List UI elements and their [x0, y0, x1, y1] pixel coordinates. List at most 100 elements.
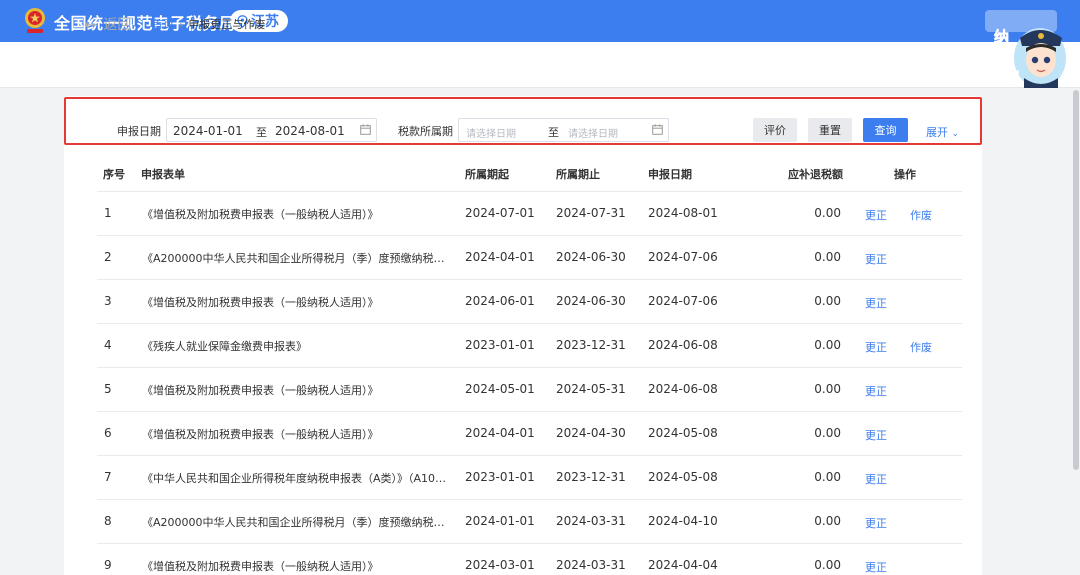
- evaluate-button[interactable]: 评价: [753, 118, 797, 142]
- row-form: 《中华人民共和国企业所得税年度纳税申报表（A类）》（A100...: [142, 472, 452, 485]
- row-seq: 3: [104, 294, 112, 308]
- arrow-left-icon: ←: [84, 14, 98, 34]
- row-period-start: 2023-01-01: [465, 470, 535, 484]
- row-seq: 1: [104, 206, 112, 220]
- row-amount: 0.00: [814, 338, 841, 352]
- expand-toggle[interactable]: 展开 ⌄: [926, 124, 959, 140]
- mascot-line-1: 纳: [994, 28, 1009, 46]
- correct-link[interactable]: 更正: [865, 427, 887, 443]
- row-period-start: 2024-01-01: [465, 514, 535, 528]
- void-link[interactable]: 作废: [910, 207, 932, 223]
- correct-link[interactable]: 更正: [865, 295, 887, 311]
- row-period-end: 2023-12-31: [556, 470, 626, 484]
- mascot-line-3: 动: [1004, 66, 1019, 84]
- breadcrumb-home[interactable]: 首页: [152, 18, 174, 31]
- row-amount: 0.00: [814, 294, 841, 308]
- row-form: 《增值税及附加税费申报表（一般纳税人适用）》: [142, 296, 379, 309]
- query-button[interactable]: 查询: [863, 118, 908, 142]
- expand-label: 展开: [926, 126, 948, 139]
- table-row: 9 《增值税及附加税费申报表（一般纳税人适用）》 2024-03-01 2024…: [97, 543, 962, 575]
- row-period-start: 2024-07-01: [465, 206, 535, 220]
- row-period-end: 2024-05-31: [556, 382, 626, 396]
- void-link[interactable]: 作废: [910, 339, 932, 355]
- row-declare-date: 2024-06-08: [648, 382, 718, 396]
- calendar-icon: [360, 124, 371, 135]
- row-amount: 0.00: [814, 382, 841, 396]
- table-row: 5 《增值税及附加税费申报表（一般纳税人适用）》 2024-05-01 2024…: [97, 367, 962, 411]
- correct-link[interactable]: 更正: [865, 471, 887, 487]
- mascot-line-2: 互: [988, 48, 1003, 66]
- row-amount: 0.00: [814, 470, 841, 484]
- row-period-end: 2024-04-30: [556, 426, 626, 440]
- row-declare-date: 2024-05-08: [648, 426, 718, 440]
- breadcrumb-separator: ›: [179, 18, 184, 31]
- row-period-start: 2024-05-01: [465, 382, 535, 396]
- row-seq: 4: [104, 338, 112, 352]
- row-seq: 9: [104, 558, 112, 572]
- row-seq: 2: [104, 250, 112, 264]
- row-declare-date: 2024-07-06: [648, 250, 718, 264]
- row-form: 《增值税及附加税费申报表（一般纳税人适用）》: [142, 428, 379, 441]
- tax-start-placeholder: 请选择日期: [466, 129, 516, 140]
- row-form: 《残疾人就业保障金缴费申报表》: [142, 340, 307, 353]
- row-form: 《A200000中华人民共和国企业所得税月（季）度预缴纳税申报...: [142, 516, 452, 529]
- national-emblem-icon: [25, 8, 45, 33]
- row-period-start: 2024-03-01: [465, 558, 535, 572]
- row-period-start: 2023-01-01: [465, 338, 535, 352]
- reset-button[interactable]: 重置: [808, 118, 852, 142]
- row-form: 《增值税及附加税费申报表（一般纳税人适用）》: [142, 208, 379, 221]
- sub-nav-bar: [0, 42, 1080, 88]
- row-period-start: 2024-06-01: [465, 294, 535, 308]
- correct-link[interactable]: 更正: [865, 515, 887, 531]
- correct-link[interactable]: 更正: [865, 207, 887, 223]
- declare-date-range[interactable]: 2024-01-01 至 2024-08-01: [166, 118, 377, 142]
- row-declare-date: 2024-04-04: [648, 558, 718, 572]
- column-header-period-end: 所属期止: [556, 168, 600, 181]
- declare-date-label: 申报日期: [117, 125, 161, 138]
- row-seq: 5: [104, 382, 112, 396]
- row-amount: 0.00: [814, 426, 841, 440]
- row-period-end: 2024-03-31: [556, 514, 626, 528]
- column-header-period-start: 所属期起: [465, 168, 509, 181]
- row-amount: 0.00: [814, 514, 841, 528]
- row-declare-date: 2024-08-01: [648, 206, 718, 220]
- correct-link[interactable]: 更正: [865, 251, 887, 267]
- table-row: 2 《A200000中华人民共和国企业所得税月（季）度预缴纳税申报... 202…: [97, 235, 962, 279]
- correct-link[interactable]: 更正: [865, 559, 887, 575]
- row-declare-date: 2024-07-06: [648, 294, 718, 308]
- tax-end-placeholder: 请选择日期: [568, 129, 618, 140]
- column-header-action: 操作: [894, 168, 916, 181]
- tax-period-range[interactable]: 请选择日期 至 请选择日期: [458, 118, 669, 142]
- breadcrumb: 首页 › 申报更正与作废: [152, 16, 265, 32]
- assistant-mascot[interactable]: 纳 互 动: [982, 20, 1068, 90]
- row-period-end: 2024-03-31: [556, 558, 626, 572]
- declare-start-date: 2024-01-01: [173, 124, 243, 138]
- table-row: 4 《残疾人就业保障金缴费申报表》 2023-01-01 2023-12-31 …: [97, 323, 962, 367]
- scrollbar-thumb[interactable]: [1073, 90, 1079, 470]
- declare-end-date: 2024-08-01: [275, 124, 345, 138]
- column-header-declare-date: 申报日期: [648, 168, 692, 181]
- calendar-icon: [652, 124, 663, 135]
- row-seq: 6: [104, 426, 112, 440]
- table-row: 6 《增值税及附加税费申报表（一般纳税人适用）》 2024-04-01 2024…: [97, 411, 962, 455]
- row-form: 《增值税及附加税费申报表（一般纳税人适用）》: [142, 384, 379, 397]
- row-period-end: 2023-12-31: [556, 338, 626, 352]
- table-row: 1 《增值税及附加税费申报表（一般纳税人适用）》 2024-07-01 2024…: [97, 191, 962, 235]
- table-row: 8 《A200000中华人民共和国企业所得税月（季）度预缴纳税申报... 202…: [97, 499, 962, 543]
- row-amount: 0.00: [814, 206, 841, 220]
- row-period-end: 2024-07-31: [556, 206, 626, 220]
- tax-range-separator: 至: [548, 126, 559, 139]
- column-header-seq: 序号: [103, 168, 125, 181]
- back-button[interactable]: ← 返回: [84, 14, 131, 34]
- correct-link[interactable]: 更正: [865, 339, 887, 355]
- row-amount: 0.00: [814, 250, 841, 264]
- row-form: 《A200000中华人民共和国企业所得税月（季）度预缴纳税申报...: [142, 252, 452, 265]
- row-period-start: 2024-04-01: [465, 426, 535, 440]
- chevron-down-icon: ⌄: [951, 129, 960, 139]
- back-label: 返回: [103, 17, 132, 33]
- row-amount: 0.00: [814, 558, 841, 572]
- column-header-form: 申报表单: [141, 168, 185, 181]
- tax-period-label: 税款所属期: [398, 125, 453, 138]
- correct-link[interactable]: 更正: [865, 383, 887, 399]
- row-seq: 7: [104, 470, 112, 484]
